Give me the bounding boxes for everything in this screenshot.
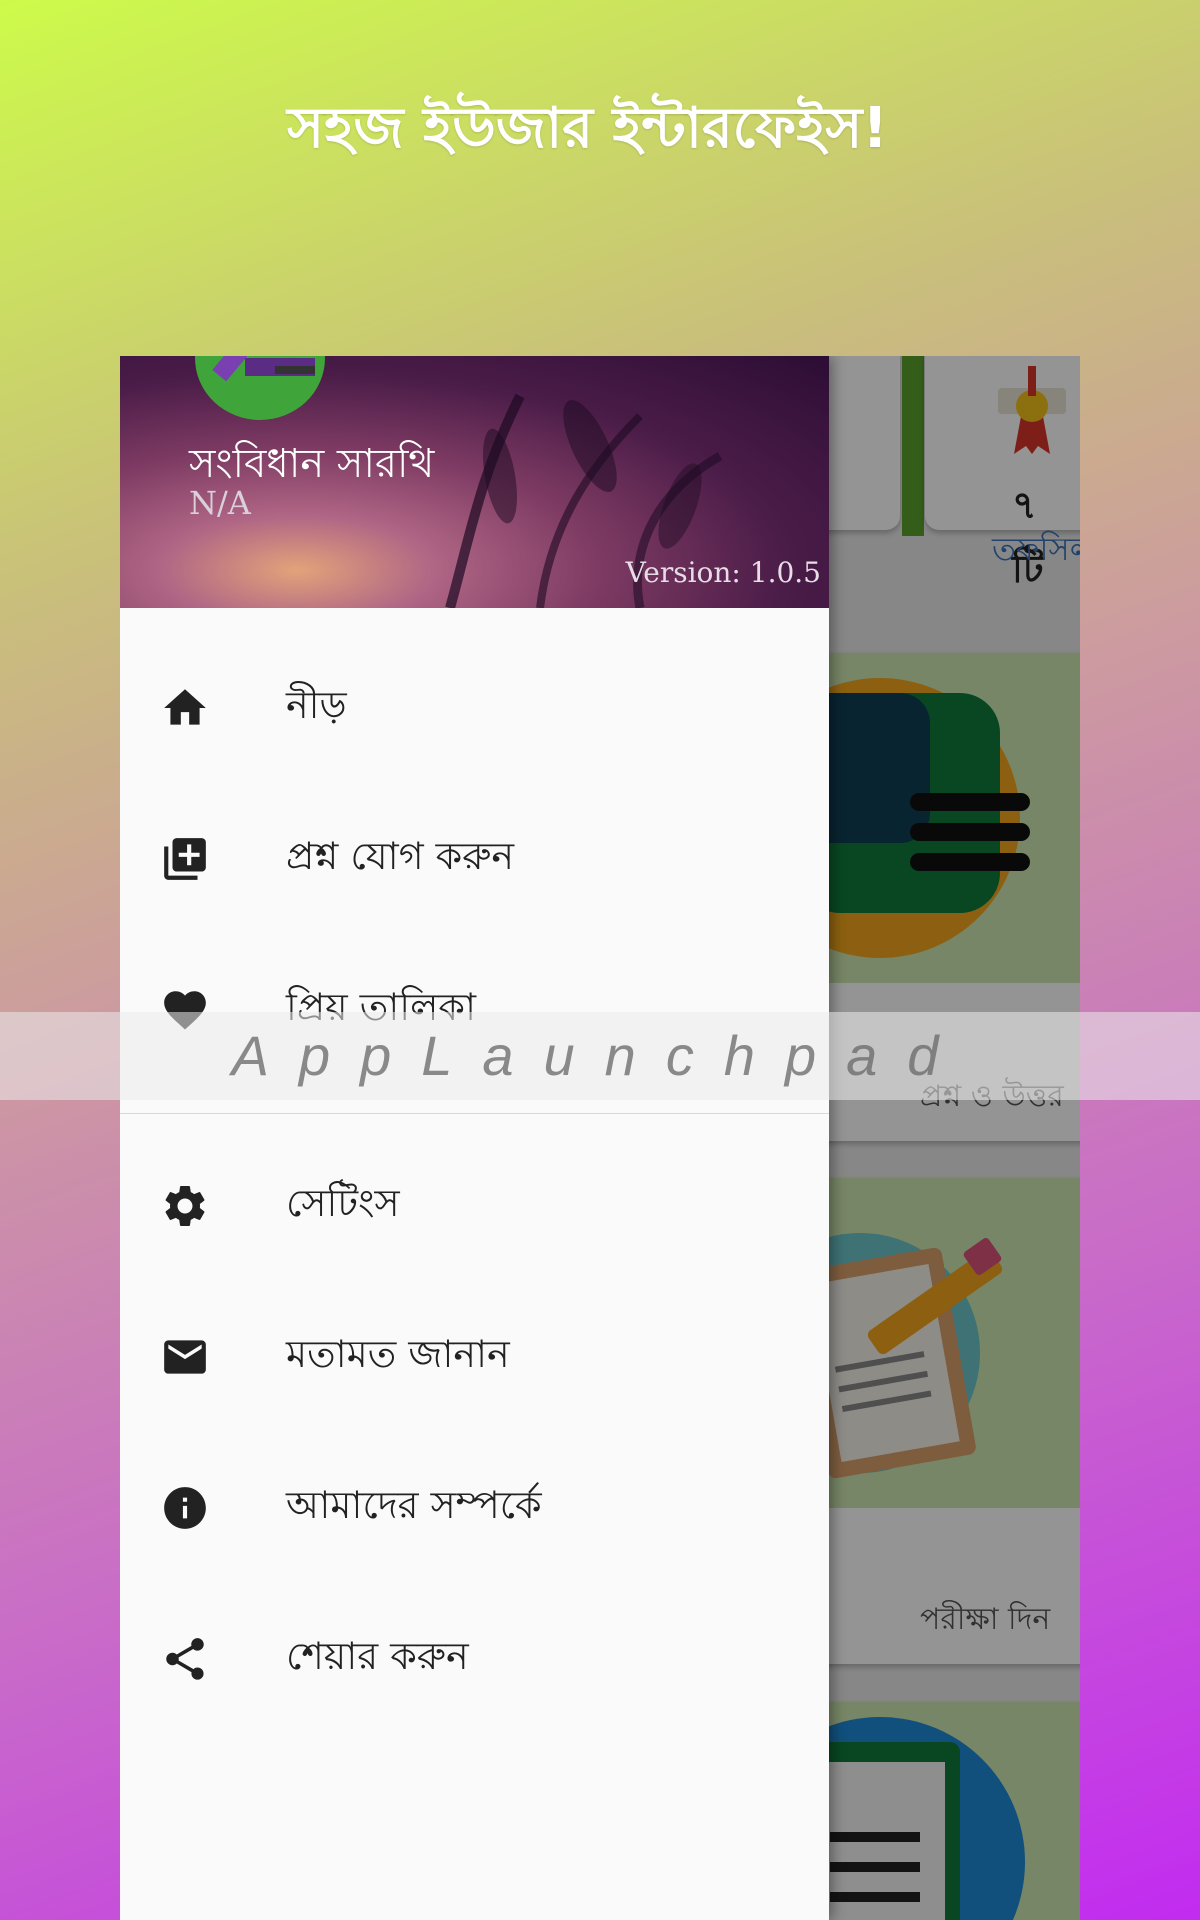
menu-label: মতামত জানান: [286, 1331, 510, 1376]
app-logo: [195, 356, 325, 420]
menu-label: নীড়: [286, 682, 347, 727]
info-icon: [164, 1486, 206, 1529]
phone-screen: ৭ টি তফসিল প্রশ্ন ও উত্তর: [120, 356, 1080, 1920]
home-icon: [164, 688, 206, 725]
menu-label: শেয়ার করুন: [286, 1633, 469, 1678]
user-subtitle: N/A: [189, 484, 251, 522]
menu-item-share[interactable]: শেয়ার করুন: [120, 1583, 829, 1734]
share-icon: [166, 1637, 204, 1680]
promo-headline: সহজ ইউজার ইন্টারফেইস!: [287, 96, 888, 161]
menu-item-about[interactable]: আমাদের সম্পর্কে: [120, 1432, 829, 1583]
watermark-banner: AppLaunchpad: [0, 1012, 1200, 1100]
menu-divider: [120, 1113, 829, 1114]
menu-label: প্রশ্ন যোগ করুন: [286, 833, 515, 878]
app-version: Version: 1.0.5: [625, 556, 821, 589]
menu-label: আমাদের সম্পর্কে: [286, 1482, 542, 1527]
menu-item-home[interactable]: নীড়: [120, 632, 829, 783]
drawer-menu: নীড় প্রশ্ন যোগ করুন প্রিয় তালিকা সেটিং…: [120, 608, 829, 1734]
navigation-drawer: সংবিধান সারথি N/A Version: 1.0.5 নীড় প্…: [120, 356, 829, 1920]
menu-item-add-question[interactable]: প্রশ্ন যোগ করুন: [120, 783, 829, 934]
mail-icon: [164, 1339, 206, 1374]
menu-item-settings[interactable]: সেটিংস: [120, 1130, 829, 1281]
drawer-header: সংবিধান সারথি N/A Version: 1.0.5: [120, 356, 829, 608]
gear-icon: [165, 1185, 205, 1226]
add-to-list-icon: [164, 837, 206, 880]
menu-label: সেটিংস: [286, 1180, 400, 1225]
menu-item-feedback[interactable]: মতামত জানান: [120, 1281, 829, 1432]
